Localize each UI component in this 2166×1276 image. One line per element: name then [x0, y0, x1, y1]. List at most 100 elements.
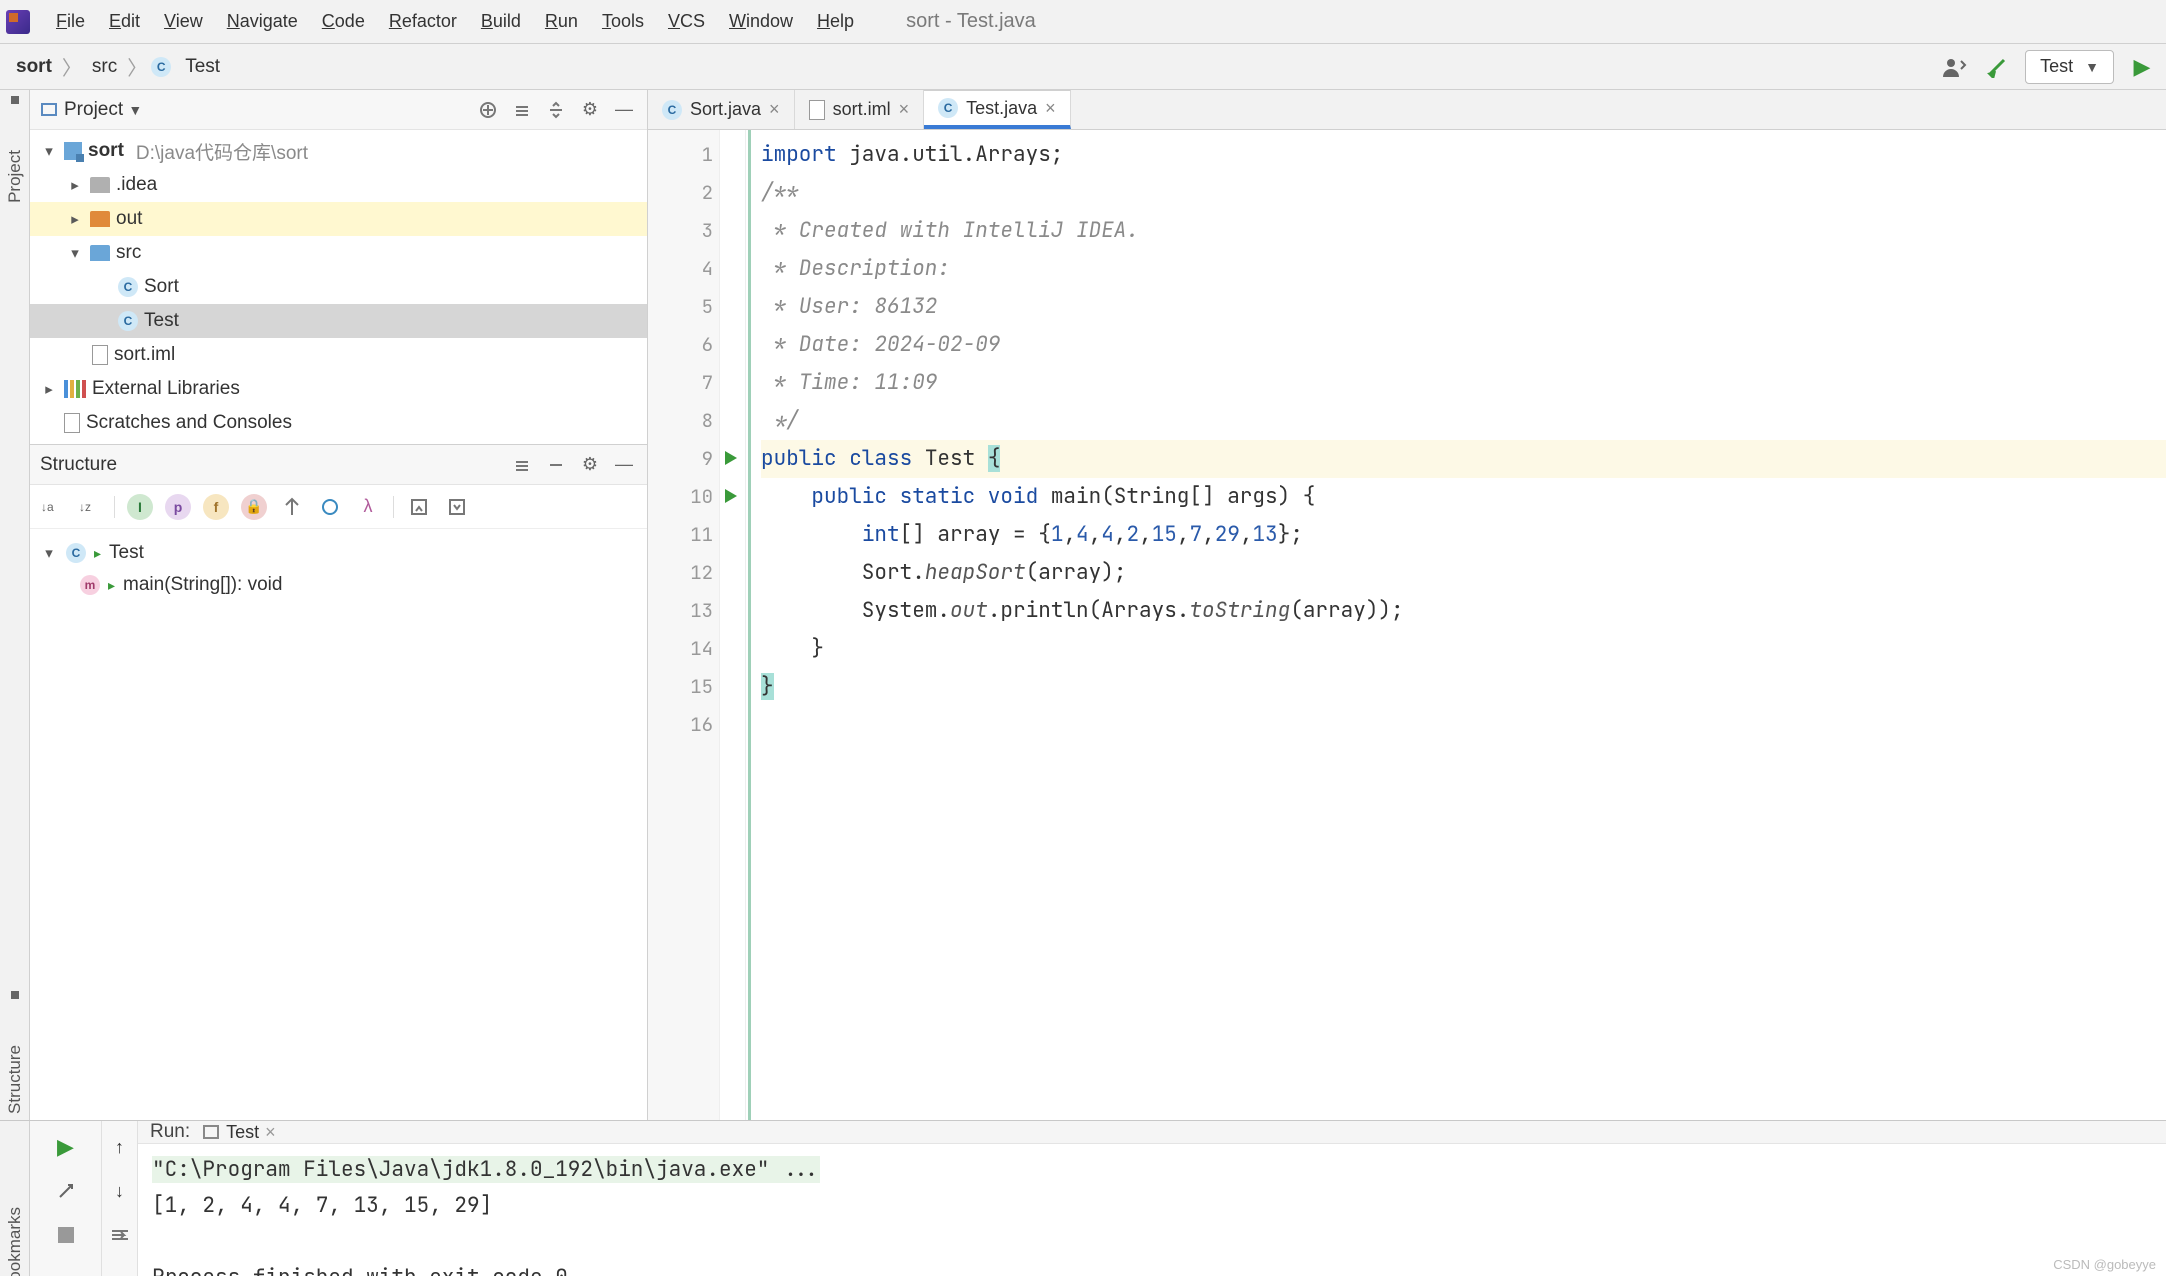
structure-member[interactable]: main(String[]): void [123, 574, 282, 596]
window-title: sort - Test.java [906, 10, 1036, 33]
code-editor[interactable]: 12345678910111213141516 import java.util… [648, 130, 2166, 1120]
watermark: CSDN @gobeyye [2053, 1257, 2156, 1272]
autoscroll-from-source-icon[interactable] [444, 494, 470, 520]
hide-panel-icon[interactable]: — [611, 452, 637, 478]
rerun-button[interactable]: ▶ [52, 1133, 80, 1161]
gear-icon[interactable]: ⚙ [577, 97, 603, 123]
chevron-right-icon: 〉 [62, 52, 82, 81]
sort-visibility-icon[interactable]: ↓z [76, 494, 102, 520]
bookmarks-tool-button[interactable]: Bookmarks [5, 1201, 25, 1276]
show-fields-icon[interactable]: f [203, 494, 229, 520]
menu-run[interactable]: Run [533, 7, 590, 36]
autoscroll-to-source-icon[interactable] [406, 494, 432, 520]
file-icon [809, 100, 825, 120]
close-icon[interactable]: × [769, 99, 780, 120]
collapse-all-icon[interactable] [543, 452, 569, 478]
tree-root[interactable]: ▾sortD:\java代码仓库\sort [30, 134, 647, 168]
navigation-toolbar: sort 〉 src 〉 C Test Test ▼ ▶ [0, 44, 2166, 90]
chevron-right-icon: 〉 [127, 52, 147, 81]
tree-scratches[interactable]: ▸ Scratches and Consoles [30, 406, 647, 440]
up-icon[interactable]: ↑ [106, 1133, 134, 1161]
editor-tabs: CSort.java×sort.iml×CTest.java× [648, 90, 2166, 130]
app-icon [6, 10, 30, 34]
menu-tools[interactable]: Tools [590, 7, 656, 36]
sort-alpha-icon[interactable]: ↓a [38, 494, 64, 520]
show-nonpublic-icon[interactable]: 🔒 [241, 494, 267, 520]
tree-.idea[interactable]: ▸.idea [30, 168, 647, 202]
stop-button[interactable] [52, 1221, 80, 1249]
crumb-root[interactable]: sort [10, 54, 58, 80]
module-icon [64, 142, 82, 160]
tree-Sort[interactable]: C Sort [30, 270, 647, 304]
run-output[interactable]: "C:\Program Files\Java\jdk1.8.0_192\bin\… [138, 1144, 2166, 1276]
user-icon[interactable] [1941, 53, 1969, 81]
folder-icon [90, 211, 110, 227]
project-tree[interactable]: ▾sortD:\java代码仓库\sort▸.idea▸out▾srcC Sor… [30, 130, 647, 444]
svg-text:↓a: ↓a [41, 500, 54, 514]
run-button[interactable]: ▶ [2128, 53, 2156, 81]
soft-wrap-icon[interactable] [106, 1221, 134, 1249]
menu-navigate[interactable]: Navigate [215, 7, 310, 36]
run-config-label: Test [2040, 56, 2073, 77]
scratch-icon [64, 413, 80, 433]
tree-sort.iml[interactable]: sort.iml [30, 338, 647, 372]
build-icon[interactable] [1983, 53, 2011, 81]
structure-toolbar: ↓a ↓z I p f 🔒 λ [30, 485, 647, 529]
file-icon [92, 345, 108, 365]
close-icon[interactable]: × [1045, 98, 1056, 119]
chevron-down-icon: ▼ [2085, 59, 2099, 75]
breadcrumb: sort 〉 src 〉 C Test [10, 52, 226, 81]
structure-tree[interactable]: ▾C▸Test m▸main(String[]): void [30, 529, 647, 609]
tree-Test[interactable]: C Test [30, 304, 647, 338]
run-label: Run: [150, 1121, 190, 1143]
rail-marker-icon [11, 96, 19, 104]
down-icon[interactable]: ↓ [106, 1177, 134, 1205]
menu-window[interactable]: Window [717, 7, 805, 36]
inherited-icon[interactable] [279, 494, 305, 520]
expand-all-icon[interactable] [509, 452, 535, 478]
library-icon [64, 380, 86, 398]
menu-help[interactable]: Help [805, 7, 866, 36]
crumb-src[interactable]: src [86, 54, 123, 80]
menu-edit[interactable]: Edit [97, 7, 152, 36]
gear-icon[interactable]: ⚙ [577, 452, 603, 478]
settings-icon[interactable] [52, 1177, 80, 1205]
hide-panel-icon[interactable]: — [611, 97, 637, 123]
collapse-all-icon[interactable] [543, 97, 569, 123]
chevron-down-icon[interactable]: ▼ [128, 102, 142, 118]
crumb-file[interactable]: Test [179, 54, 226, 80]
close-icon[interactable]: × [265, 1122, 276, 1143]
close-icon[interactable]: × [899, 99, 910, 120]
menu-vcs[interactable]: VCS [656, 7, 717, 36]
class-icon: C [151, 57, 171, 77]
editor-tab-Test-java[interactable]: CTest.java× [924, 90, 1071, 129]
run-tab-name[interactable]: Test [226, 1122, 259, 1143]
expand-all-icon[interactable] [509, 97, 535, 123]
menu-view[interactable]: View [152, 7, 215, 36]
run-configuration-selector[interactable]: Test ▼ [2025, 50, 2114, 84]
show-properties-icon[interactable]: p [165, 494, 191, 520]
menu-refactor[interactable]: Refactor [377, 7, 469, 36]
editor-tab-Sort-java[interactable]: CSort.java× [648, 90, 795, 129]
structure-tool-button[interactable]: Structure [5, 1039, 25, 1120]
lambda-icon[interactable]: λ [355, 494, 381, 520]
tree-external-libraries[interactable]: ▸ External Libraries [30, 372, 647, 406]
tree-out[interactable]: ▸out [30, 202, 647, 236]
select-opened-file-icon[interactable] [475, 97, 501, 123]
class-icon: C [938, 98, 958, 118]
project-tool-button[interactable]: Project [5, 144, 25, 209]
show-interfaces-icon[interactable]: I [127, 494, 153, 520]
anonymous-icon[interactable] [317, 494, 343, 520]
menu-file[interactable]: File [44, 7, 97, 36]
structure-root[interactable]: Test [109, 542, 144, 564]
class-icon: C [118, 311, 138, 331]
editor-tab-sort-iml[interactable]: sort.iml× [795, 90, 925, 129]
main-menu-bar: FileEditViewNavigateCodeRefactorBuildRun… [0, 0, 2166, 44]
run-toolbar: ▶ [30, 1121, 102, 1276]
class-icon: C [662, 100, 682, 120]
tree-src[interactable]: ▾src [30, 236, 647, 270]
menu-build[interactable]: Build [469, 7, 533, 36]
class-icon: C [66, 543, 86, 563]
menu-code[interactable]: Code [310, 7, 377, 36]
left-tool-rail: Project Structure [0, 90, 30, 1120]
